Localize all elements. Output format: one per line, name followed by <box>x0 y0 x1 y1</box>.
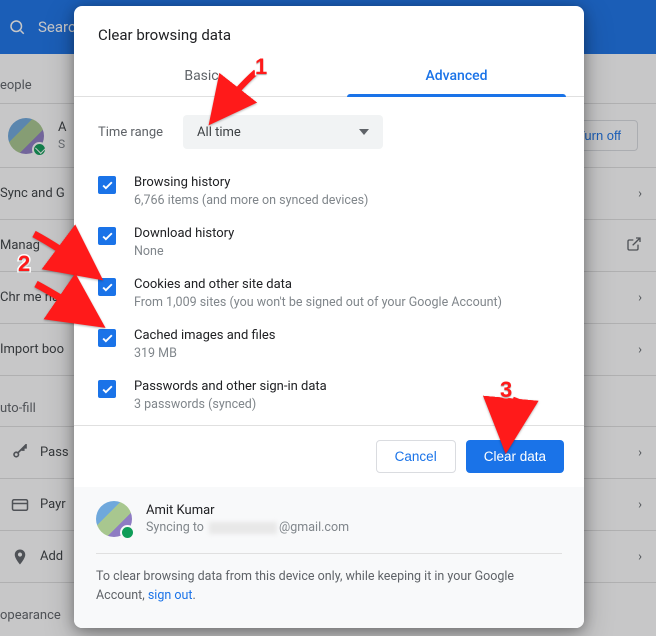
sign-out-link[interactable]: sign out <box>148 588 193 603</box>
cb-row-cookies: Cookies and other site data From 1,009 s… <box>98 271 572 322</box>
item-sub: 319 MB <box>134 346 275 361</box>
item-title: Cached images and files <box>134 328 275 343</box>
clear-data-button[interactable]: Clear data <box>466 440 564 473</box>
dialog-footer: Amit Kumar Syncing to @gmail.com To clea… <box>74 487 584 628</box>
cb-row-download-history: Download history None <box>98 220 572 271</box>
time-range-label: Time range <box>98 125 163 140</box>
redacted-email <box>209 522 277 534</box>
dialog-title: Clear browsing data <box>74 6 584 56</box>
cb-row-cache: Cached images and files 319 MB <box>98 322 572 373</box>
footer-note: To clear browsing data from this device … <box>96 568 562 606</box>
cb-row-browsing-history: Browsing history 6,766 items (and more o… <box>98 169 572 220</box>
checkbox-cookies[interactable] <box>98 278 116 296</box>
footer-sync-line: Syncing to @gmail.com <box>146 520 349 535</box>
cb-row-passwords: Passwords and other sign-in data 3 passw… <box>98 373 572 419</box>
clear-data-dialog: Clear browsing data Basic Advanced Time … <box>74 6 584 628</box>
sync-badge-icon <box>120 525 135 540</box>
dialog-actions: Cancel Clear data <box>74 425 584 487</box>
dialog-scroll-area[interactable]: Time range All time Browsing history 6,7… <box>98 101 578 419</box>
cancel-button[interactable]: Cancel <box>376 440 456 473</box>
footer-sync-domain: @gmail.com <box>279 520 349 535</box>
tab-advanced[interactable]: Advanced <box>329 56 584 96</box>
item-sub: From 1,009 sites (you won't be signed ou… <box>134 295 502 310</box>
footer-user-name: Amit Kumar <box>146 503 349 518</box>
chevron-down-icon <box>359 129 369 135</box>
tab-basic[interactable]: Basic <box>74 56 329 96</box>
checkbox-passwords[interactable] <box>98 380 116 398</box>
item-sub: None <box>134 244 234 259</box>
checkbox-cache[interactable] <box>98 329 116 347</box>
item-sub: 6,766 items (and more on synced devices) <box>134 193 368 208</box>
footer-sync-prefix: Syncing to <box>146 520 207 535</box>
item-title: Cookies and other site data <box>134 277 502 292</box>
item-title: Passwords and other sign-in data <box>134 379 327 394</box>
checkbox-browsing-history[interactable] <box>98 176 116 194</box>
dialog-tabs: Basic Advanced <box>74 56 584 97</box>
item-title: Browsing history <box>134 175 368 190</box>
item-title: Download history <box>134 226 234 241</box>
item-sub: 3 passwords (synced) <box>134 397 327 412</box>
footer-note-b: . <box>192 588 195 603</box>
time-range-value: All time <box>197 125 241 140</box>
avatar <box>96 501 132 537</box>
checkbox-download-history[interactable] <box>98 227 116 245</box>
time-range-select[interactable]: All time <box>183 115 383 149</box>
